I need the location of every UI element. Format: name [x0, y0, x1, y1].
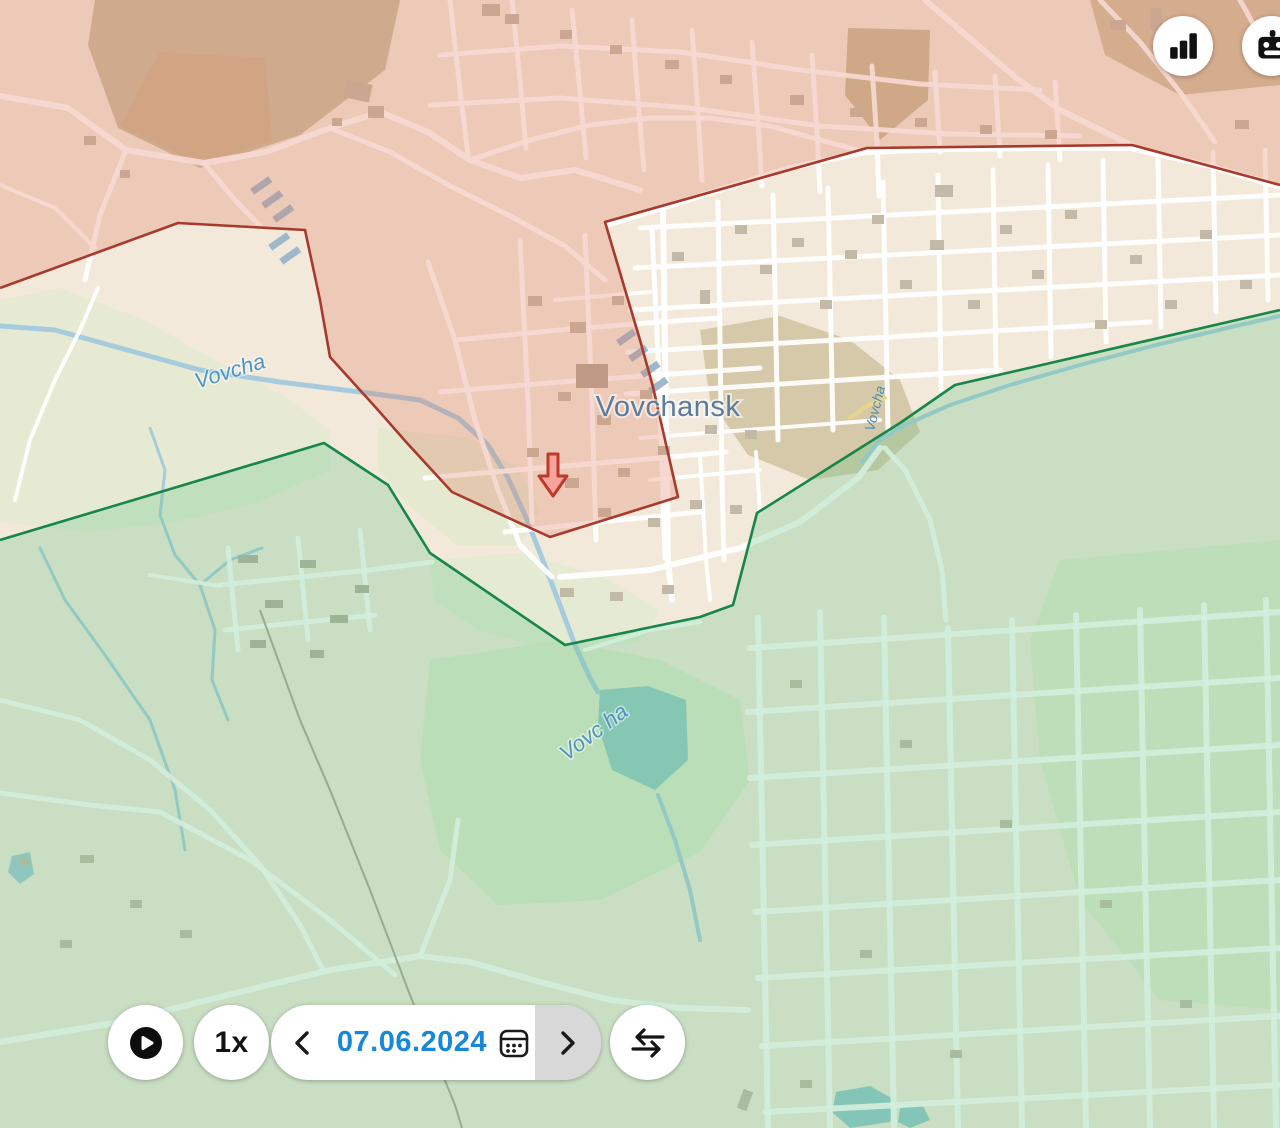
date-display-button[interactable]: 07.06.2024 [333, 1005, 535, 1080]
play-button[interactable] [108, 1005, 183, 1080]
bar-chart-icon [1167, 30, 1199, 62]
city-label: Vovchansk [596, 391, 741, 423]
play-icon [126, 1023, 166, 1063]
chevron-right-icon [557, 1028, 579, 1058]
stats-button[interactable] [1153, 16, 1213, 76]
compare-button[interactable] [610, 1005, 685, 1080]
speed-label: 1x [214, 1026, 248, 1060]
speed-button[interactable]: 1x [194, 1005, 269, 1080]
robot-icon [1255, 29, 1280, 63]
chevron-left-icon [291, 1028, 313, 1058]
calendar-icon [497, 1026, 531, 1060]
map-app: Vovchansk Vovcha Vovc ha Vovcha [0, 0, 1280, 1128]
swap-arrows-icon [629, 1027, 667, 1059]
date-picker: 07.06.2024 [271, 1005, 601, 1080]
map-canvas[interactable]: Vovchansk Vovcha Vovc ha Vovcha [0, 0, 1280, 1128]
date-value: 07.06.2024 [337, 1026, 487, 1059]
